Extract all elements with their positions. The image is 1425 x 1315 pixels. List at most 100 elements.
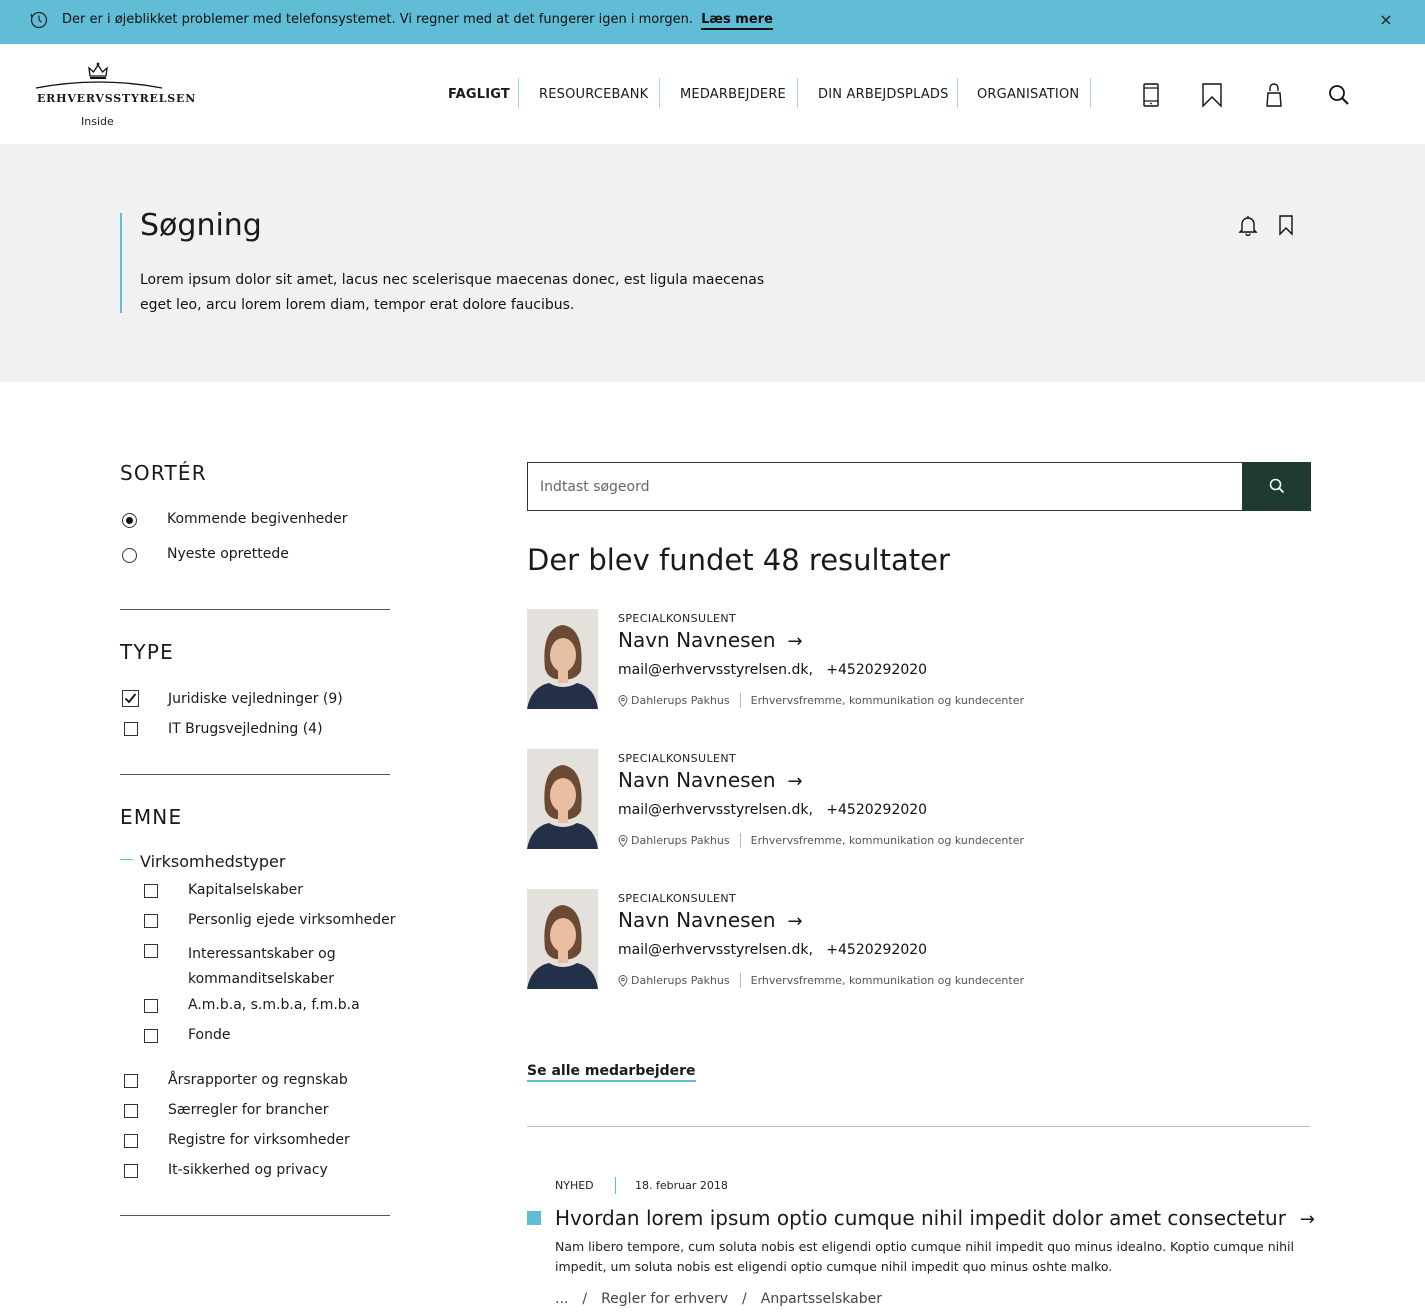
user-icon[interactable] bbox=[1262, 82, 1286, 108]
emne-checkbox[interactable] bbox=[124, 1074, 138, 1088]
breadcrumb-item[interactable]: ... bbox=[555, 1291, 568, 1307]
emne-option-label[interactable]: It-sikkerhed og privacy bbox=[168, 1162, 328, 1178]
person-role: SPECIALKONSULENT bbox=[618, 612, 737, 625]
emne-checkbox[interactable] bbox=[144, 999, 158, 1013]
location-pin-icon bbox=[618, 694, 628, 707]
see-all-employees-link[interactable]: Se alle medarbejdere bbox=[527, 1063, 696, 1082]
logo[interactable]: ERHVERVSSTYRELSEN Inside bbox=[34, 62, 195, 132]
person-card: SPECIALKONSULENT Navn Navnesen → mail@erh… bbox=[527, 889, 1127, 989]
nav-fagligt[interactable]: FAGLIGT bbox=[448, 87, 510, 102]
emne-checkbox[interactable] bbox=[124, 1134, 138, 1148]
read-more-link[interactable]: Læs mere bbox=[701, 12, 773, 30]
person-contact: mail@erhvervsstyrelsen.dk, +4520292020 bbox=[618, 942, 927, 958]
emne-option-label[interactable]: Registre for virksomheder bbox=[168, 1132, 350, 1148]
nav-divider bbox=[518, 78, 519, 108]
page-title: Søgning bbox=[140, 208, 262, 243]
emne-option-label[interactable]: A.m.b.a, s.m.b.a, f.m.b.a bbox=[188, 997, 360, 1013]
meta-divider bbox=[739, 973, 741, 988]
nav-divider bbox=[797, 78, 798, 108]
nav-din-arbejdsplads[interactable]: DIN ARBEJDSPLADS bbox=[818, 87, 949, 102]
person-meta: Dahlerups Pakhus Erhvervsfremme, kommuni… bbox=[618, 693, 1024, 708]
hero-accent-bar bbox=[120, 213, 122, 313]
news-tag: NYHED bbox=[555, 1179, 594, 1192]
nav-organisation[interactable]: ORGANISATION bbox=[977, 87, 1079, 102]
news-marker bbox=[527, 1211, 541, 1225]
phone-icon[interactable] bbox=[1139, 82, 1163, 108]
bookmark-icon[interactable] bbox=[1276, 214, 1296, 236]
person-phone[interactable]: +4520292020 bbox=[826, 942, 927, 958]
divider bbox=[120, 1215, 390, 1216]
emne-option-label[interactable]: Kapitalselskaber bbox=[188, 882, 303, 898]
bookmark-icon[interactable] bbox=[1200, 82, 1224, 108]
breadcrumb-item[interactable]: Regler for erhverv bbox=[601, 1291, 728, 1307]
meta-divider bbox=[739, 833, 741, 848]
hero-description: Lorem ipsum dolor sit amet, lacus nec sc… bbox=[140, 272, 765, 313]
person-email[interactable]: mail@erhvervsstyrelsen.dk, bbox=[618, 662, 813, 678]
emne-checkbox[interactable] bbox=[144, 884, 158, 898]
logo-subtitle: Inside bbox=[81, 115, 114, 128]
meta-divider bbox=[739, 693, 741, 708]
news-body: Nam libero tempore, cum soluta nobis est… bbox=[555, 1239, 1294, 1274]
sort-radio-upcoming[interactable] bbox=[122, 513, 137, 528]
sort-radio-newest[interactable] bbox=[122, 548, 137, 563]
person-phone[interactable]: +4520292020 bbox=[826, 802, 927, 818]
person-name-link[interactable]: Navn Navnesen → bbox=[618, 628, 803, 652]
emne-group-label[interactable]: Virksomhedstyper bbox=[140, 852, 285, 871]
person-meta: Dahlerups Pakhus Erhvervsfremme, kommuni… bbox=[618, 973, 1024, 988]
emne-checkbox[interactable] bbox=[144, 914, 158, 928]
type-checkbox-juridiske[interactable] bbox=[122, 690, 139, 707]
person-location: Dahlerups Pakhus bbox=[631, 974, 730, 987]
person-location: Dahlerups Pakhus bbox=[631, 834, 730, 847]
emne-checkbox[interactable] bbox=[124, 1104, 138, 1118]
person-name-link[interactable]: Navn Navnesen → bbox=[618, 908, 803, 932]
sort-option-label[interactable]: Nyeste oprettede bbox=[167, 546, 289, 562]
search-icon bbox=[1269, 478, 1285, 494]
breadcrumb-separator: / bbox=[742, 1291, 747, 1307]
location-pin-icon bbox=[618, 974, 628, 987]
emne-option-label[interactable]: Særregler for brancher bbox=[168, 1102, 329, 1118]
type-heading: TYPE bbox=[120, 640, 174, 664]
breadcrumb-separator: / bbox=[582, 1291, 588, 1307]
close-icon[interactable]: × bbox=[1378, 10, 1394, 30]
person-name-link[interactable]: Navn Navnesen → bbox=[618, 768, 803, 792]
person-role: SPECIALKONSULENT bbox=[618, 752, 737, 765]
nav-resourcebank[interactable]: RESOURCEBANK bbox=[539, 87, 648, 102]
person-card: SPECIALKONSULENT Navn Navnesen → mail@erh… bbox=[527, 609, 1127, 709]
breadcrumb-item[interactable]: Anpartsselskaber bbox=[761, 1291, 882, 1307]
bell-icon[interactable] bbox=[1238, 214, 1258, 236]
clock-icon bbox=[30, 11, 48, 29]
emne-checkbox[interactable] bbox=[144, 944, 158, 958]
site-header: ERHVERVSSTYRELSEN Inside FAGLIGT RESOURC… bbox=[0, 44, 1425, 144]
nav-medarbejdere[interactable]: MEDARBEJDERE bbox=[680, 87, 786, 102]
person-email[interactable]: mail@erhvervsstyrelsen.dk, bbox=[618, 802, 813, 818]
search-input[interactable] bbox=[527, 462, 1243, 511]
search-icon[interactable] bbox=[1327, 82, 1351, 108]
avatar bbox=[527, 609, 598, 709]
person-email[interactable]: mail@erhvervsstyrelsen.dk, bbox=[618, 942, 813, 958]
type-checkbox-it[interactable] bbox=[124, 722, 138, 736]
divider bbox=[120, 609, 390, 610]
type-option-label[interactable]: IT Brugsvejledning (4) bbox=[168, 721, 323, 737]
arrow-right-icon: → bbox=[787, 771, 803, 792]
person-contact: mail@erhvervsstyrelsen.dk, +4520292020 bbox=[618, 662, 927, 678]
avatar bbox=[527, 749, 598, 849]
emne-checkbox[interactable] bbox=[144, 1029, 158, 1043]
type-option-label[interactable]: Juridiske vejledninger (9) bbox=[168, 691, 343, 707]
person-card: SPECIALKONSULENT Navn Navnesen → mail@erh… bbox=[527, 749, 1127, 849]
person-phone[interactable]: +4520292020 bbox=[826, 662, 927, 678]
emne-heading: EMNE bbox=[120, 805, 183, 829]
person-contact: mail@erhvervsstyrelsen.dk, +4520292020 bbox=[618, 802, 927, 818]
emne-checkbox[interactable] bbox=[124, 1164, 138, 1178]
collapse-icon[interactable] bbox=[120, 859, 133, 860]
emne-option-label[interactable]: Personlig ejede virksomheder bbox=[188, 912, 396, 928]
results-heading: Der blev fundet 48 resultater bbox=[527, 543, 950, 577]
person-department: Erhvervsfremme, kommunikation og kundece… bbox=[750, 694, 1024, 707]
emne-option-label[interactable]: Fonde bbox=[188, 1027, 231, 1043]
search-button[interactable] bbox=[1243, 462, 1311, 511]
news-title-link[interactable]: Hvordan lorem ipsum optio cumque nihil i… bbox=[555, 1206, 1315, 1230]
person-department: Erhvervsfremme, kommunikation og kundece… bbox=[750, 834, 1024, 847]
emne-option-label[interactable]: Interessantskaber og kommanditselskaber bbox=[188, 942, 388, 992]
emne-option-label[interactable]: Årsrapporter og regnskab bbox=[168, 1072, 348, 1088]
breadcrumb: ... / Regler for erhverv / Anpartsselskaber bbox=[555, 1291, 882, 1307]
sort-option-label[interactable]: Kommende begivenheder bbox=[167, 511, 348, 527]
